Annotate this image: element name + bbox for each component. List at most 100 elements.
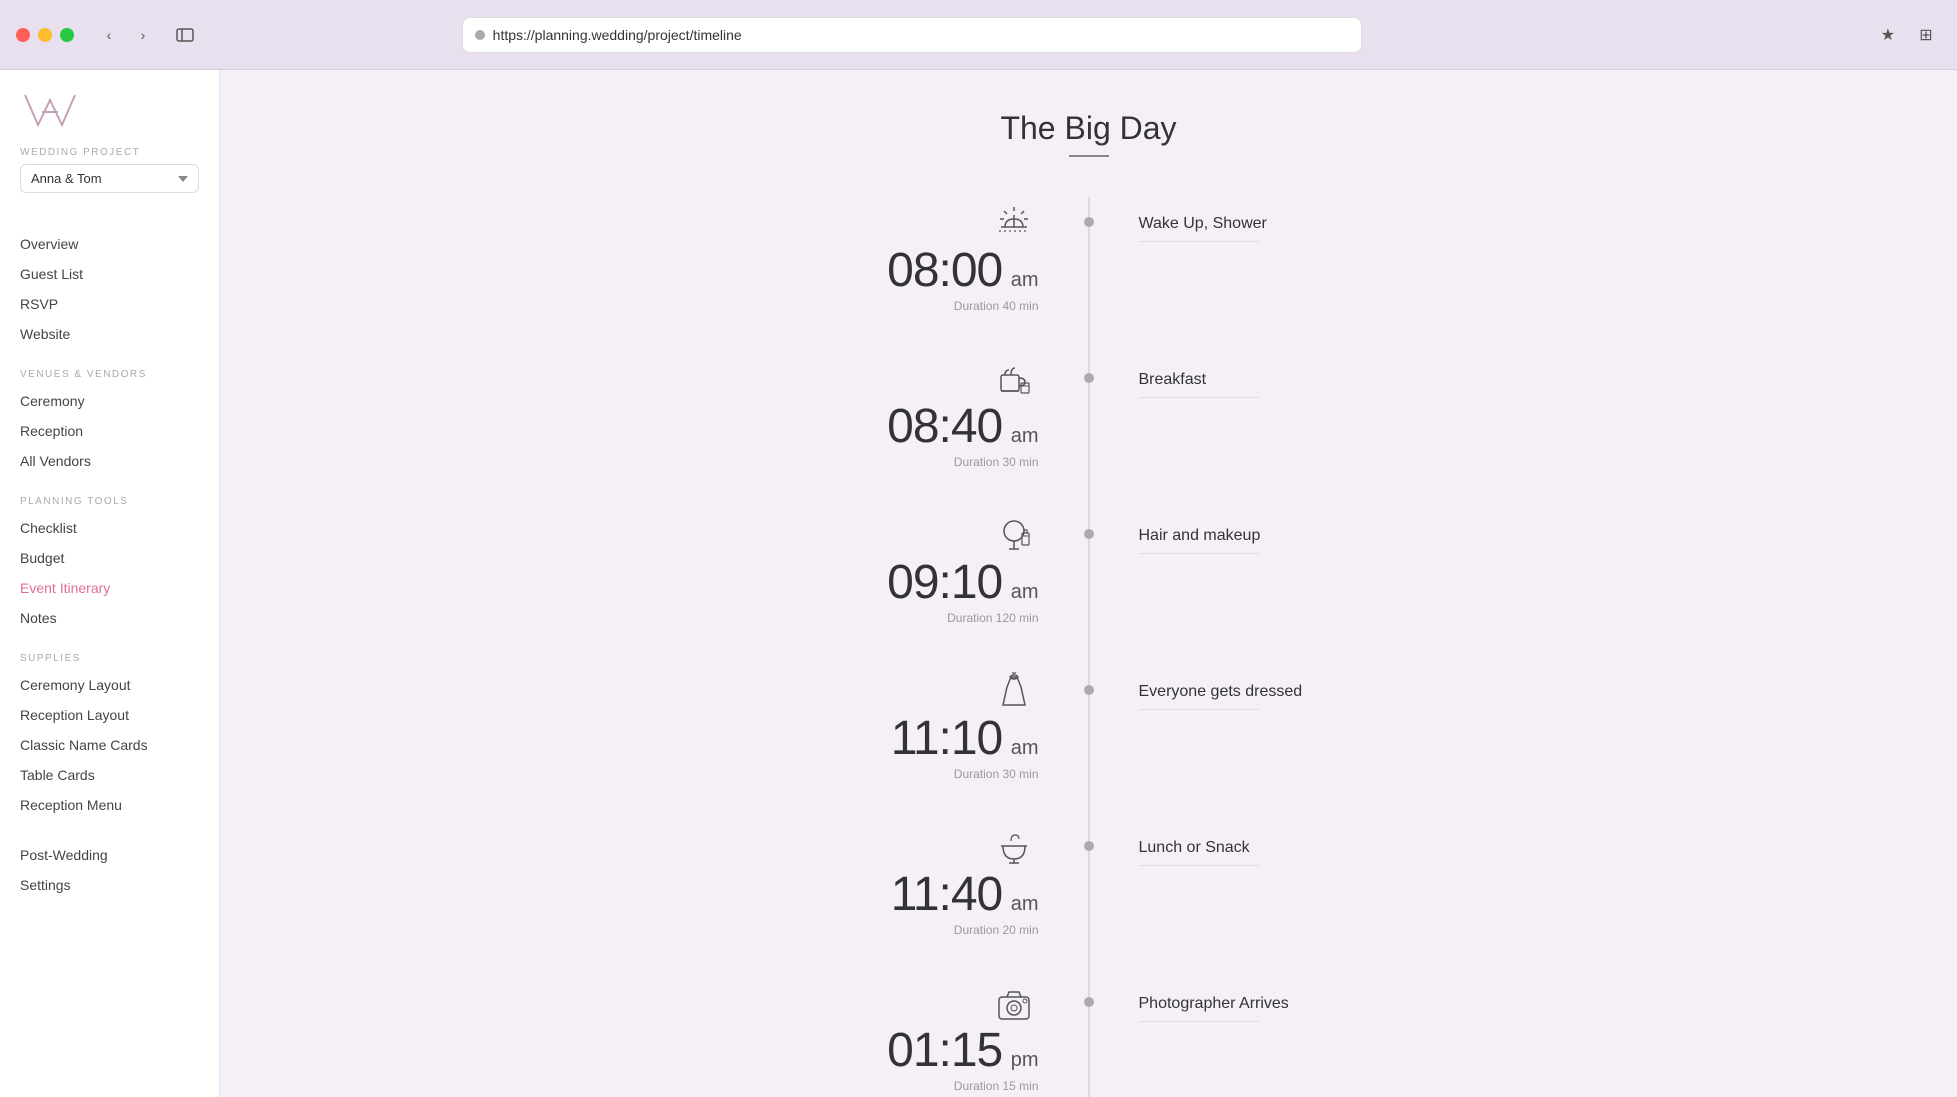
planning-section-label: PLANNING TOOLS <box>0 496 219 507</box>
timeline-left: 08:40 am Duration 30 min <box>639 353 1089 469</box>
nav-buttons: ‹ › <box>94 20 158 50</box>
time-display: 08:00 am <box>887 247 1038 295</box>
duration: Duration 120 min <box>947 611 1038 625</box>
url-bar[interactable]: https://planning.wedding/project/timelin… <box>462 17 1362 53</box>
sidebar-toggle-button[interactable] <box>170 20 200 50</box>
timeline-left: 08:00 am Duration 40 min <box>639 197 1089 313</box>
sidebar-item-table-cards[interactable]: Table Cards <box>0 760 219 790</box>
sidebar-venues-section: VENUES & VENDORS Ceremony Reception All … <box>0 369 219 476</box>
sidebar-main-nav: Overview Guest List RSVP Website <box>0 229 219 349</box>
event-divider <box>1139 1021 1259 1022</box>
sunrise-icon <box>989 197 1039 247</box>
timeline-right: Breakfast <box>1089 353 1539 398</box>
wedding-project-label: WEDDING PROJECT <box>20 147 140 158</box>
timeline-left: 11:10 am Duration 30 min <box>639 665 1089 781</box>
timeline-right: Wake Up, Shower <box>1089 197 1539 242</box>
event-name: Lunch or Snack <box>1139 839 1539 857</box>
sidebar-item-ceremony-layout[interactable]: Ceremony Layout <box>0 670 219 700</box>
sidebar-item-website[interactable]: Website <box>0 319 219 349</box>
sidebar-item-post-wedding[interactable]: Post-Wedding <box>0 840 219 870</box>
timeline-left: 01:15 pm Duration 15 min <box>639 977 1089 1093</box>
timeline-right: Hair and makeup <box>1089 509 1539 554</box>
time-display: 08:40 am <box>887 403 1038 451</box>
duration: Duration 15 min <box>954 1079 1039 1093</box>
sidebar-item-reception[interactable]: Reception <box>0 416 219 446</box>
makeup-icon <box>989 509 1039 559</box>
supplies-section-label: SUPPLIES <box>0 653 219 664</box>
event-divider <box>1139 553 1259 554</box>
sidebar-supplies-section: SUPPLIES Ceremony Layout Reception Layou… <box>0 653 219 820</box>
event-divider <box>1139 709 1259 710</box>
time-display: 09:10 am <box>887 559 1038 607</box>
security-indicator <box>475 30 485 40</box>
timeline-right: Everyone gets dressed <box>1089 665 1539 710</box>
coffee-icon <box>989 353 1039 403</box>
sidebar-item-guest-list[interactable]: Guest List <box>0 259 219 289</box>
timeline-item: 08:40 am Duration 30 min Breakfast <box>639 353 1539 469</box>
timeline-left: 09:10 am Duration 120 min <box>639 509 1089 625</box>
camera-icon <box>989 977 1039 1027</box>
timeline-item: 08:00 am Duration 40 min Wake Up, Shower <box>639 197 1539 313</box>
event-name: Hair and makeup <box>1139 527 1539 545</box>
timeline-item: 01:15 pm Duration 15 min Photographer Ar… <box>639 977 1539 1093</box>
event-name: Breakfast <box>1139 371 1539 389</box>
page-title: The Big Day <box>280 110 1897 147</box>
timeline-left: 11:40 am Duration 20 min <box>639 821 1089 937</box>
timeline-line <box>1088 197 1089 1097</box>
maximize-button[interactable] <box>60 28 74 42</box>
close-button[interactable] <box>16 28 30 42</box>
duration: Duration 30 min <box>954 767 1039 781</box>
browser-actions: ★ ⊞ <box>1873 20 1941 50</box>
timeline-dot <box>1084 373 1094 383</box>
sidebar-planning-section: PLANNING TOOLS Checklist Budget Event It… <box>0 496 219 633</box>
sidebar-item-rsvp[interactable]: RSVP <box>0 289 219 319</box>
traffic-lights <box>16 28 74 42</box>
timeline: 08:00 am Duration 40 min Wake Up, Shower <box>639 197 1539 1097</box>
event-divider <box>1139 865 1259 866</box>
layout-button[interactable]: ⊞ <box>1911 20 1941 50</box>
sidebar-item-ceremony[interactable]: Ceremony <box>0 386 219 416</box>
sidebar-item-reception-menu[interactable]: Reception Menu <box>0 790 219 820</box>
sidebar-bottom-section: Post-Wedding Settings <box>0 840 219 900</box>
logo <box>20 90 80 135</box>
time-display: 11:40 am <box>891 871 1039 919</box>
event-divider <box>1139 241 1259 242</box>
food-icon <box>989 821 1039 871</box>
event-divider <box>1139 397 1259 398</box>
sidebar-item-overview[interactable]: Overview <box>0 229 219 259</box>
event-name: Wake Up, Shower <box>1139 215 1539 233</box>
event-name: Everyone gets dressed <box>1139 683 1539 701</box>
timeline-dot <box>1084 997 1094 1007</box>
sidebar-item-checklist[interactable]: Checklist <box>0 513 219 543</box>
timeline-right: Photographer Arrives <box>1089 977 1539 1022</box>
browser-chrome: ‹ › https://planning.wedding/project/tim… <box>0 0 1957 70</box>
timeline-item: 11:40 am Duration 20 min Lunch or Snack <box>639 821 1539 937</box>
time-display: 01:15 pm <box>887 1027 1038 1075</box>
bookmark-button[interactable]: ★ <box>1873 20 1903 50</box>
sidebar-item-budget[interactable]: Budget <box>0 543 219 573</box>
back-button[interactable]: ‹ <box>94 20 124 50</box>
sidebar-item-event-itinerary[interactable]: Event Itinerary <box>0 573 219 603</box>
timeline-dot <box>1084 841 1094 851</box>
timeline-dot <box>1084 529 1094 539</box>
sidebar: WEDDING PROJECT Anna & Tom Overview Gues… <box>0 70 220 1097</box>
sidebar-item-classic-name-cards[interactable]: Classic Name Cards <box>0 730 219 760</box>
sidebar-item-notes[interactable]: Notes <box>0 603 219 633</box>
timeline-dot <box>1084 685 1094 695</box>
timeline-right: Lunch or Snack <box>1089 821 1539 866</box>
sidebar-item-settings[interactable]: Settings <box>0 870 219 900</box>
forward-button[interactable]: › <box>128 20 158 50</box>
duration: Duration 20 min <box>954 923 1039 937</box>
url-text: https://planning.wedding/project/timelin… <box>493 27 742 43</box>
sidebar-logo-area: WEDDING PROJECT Anna & Tom <box>0 90 219 209</box>
app-layout: WEDDING PROJECT Anna & Tom Overview Gues… <box>0 70 1957 1097</box>
sidebar-item-reception-layout[interactable]: Reception Layout <box>0 700 219 730</box>
project-select[interactable]: Anna & Tom <box>20 164 199 193</box>
sidebar-item-all-vendors[interactable]: All Vendors <box>0 446 219 476</box>
minimize-button[interactable] <box>38 28 52 42</box>
venues-section-label: VENUES & VENDORS <box>0 369 219 380</box>
duration: Duration 30 min <box>954 455 1039 469</box>
event-name: Photographer Arrives <box>1139 995 1539 1013</box>
timeline-item: 09:10 am Duration 120 min Hair and makeu… <box>639 509 1539 625</box>
duration: Duration 40 min <box>954 299 1039 313</box>
